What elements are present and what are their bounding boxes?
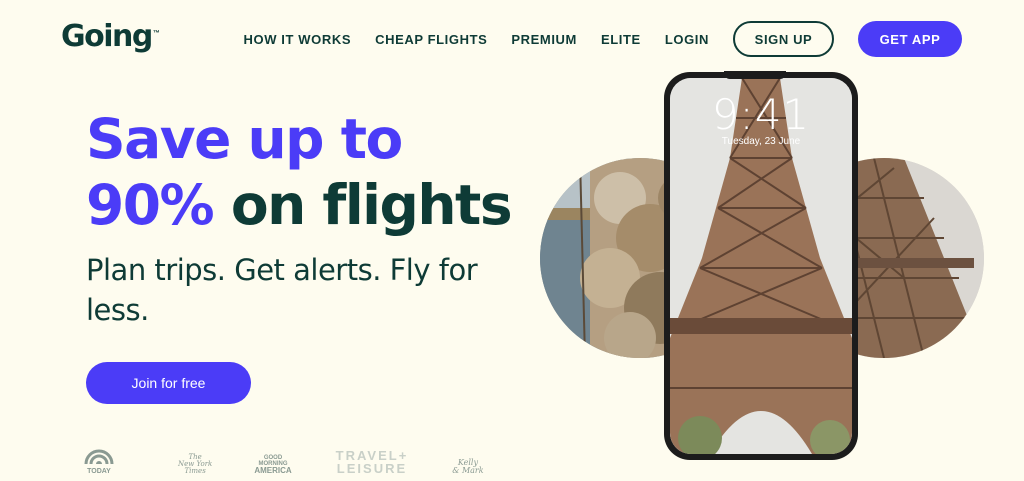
hero-visual: 9:41 Tuesday, 23 June <box>540 71 990 478</box>
headline-line-2: 90% on flights <box>86 172 513 238</box>
travel-leisure-logo: TRAVEL+ LEISURE <box>335 448 409 476</box>
gma-logo: GOOD MORNING AMERICA <box>254 455 292 475</box>
phone-date: Tuesday, 23 June <box>721 136 801 147</box>
logo-trademark: ™ <box>152 30 160 37</box>
headline-percent: 90% <box>86 173 215 237</box>
today-logo: TODAY <box>84 448 114 475</box>
hero-subheading: Plan trips. Get alerts. Fly for less. <box>86 253 478 327</box>
phone-clock: 9:41 <box>711 90 811 139</box>
nav-elite[interactable]: ELITE <box>601 32 641 47</box>
nav-login[interactable]: LOGIN <box>665 32 709 47</box>
hero-headline: Save up to 90% on flights <box>86 106 513 238</box>
join-for-free-button[interactable]: Join for free <box>86 362 251 404</box>
top-nav: HOW IT WORKS CHEAP FLIGHTS PREMIUM ELITE… <box>244 21 962 57</box>
logo-wordmark: Going <box>61 19 153 54</box>
nav-cheap-flights[interactable]: CHEAP FLIGHTS <box>375 32 487 47</box>
headline-on-flights: on flights <box>230 173 513 237</box>
nyt-logo: The New York Times <box>178 453 213 475</box>
nav-how-it-works[interactable]: HOW IT WORKS <box>244 32 352 47</box>
phone-mockup: 9:41 Tuesday, 23 June <box>664 71 858 460</box>
phone-screen: 9:41 Tuesday, 23 June <box>670 78 852 454</box>
going-logo[interactable]: Going ™ <box>61 20 160 54</box>
nav-premium[interactable]: PREMIUM <box>511 32 577 47</box>
press-logos: TODAY The New York Times GOOD MORNING AM… <box>84 448 528 475</box>
sign-up-button[interactable]: SIGN UP <box>733 21 834 57</box>
headline-line-1: Save up to <box>86 107 403 171</box>
today-label: TODAY <box>87 468 111 475</box>
get-app-button[interactable]: GET APP <box>858 21 962 57</box>
phone-notch <box>724 71 786 79</box>
kelly-mark-logo: Kelly & Mark <box>452 458 484 475</box>
today-sun-icon <box>84 449 114 465</box>
